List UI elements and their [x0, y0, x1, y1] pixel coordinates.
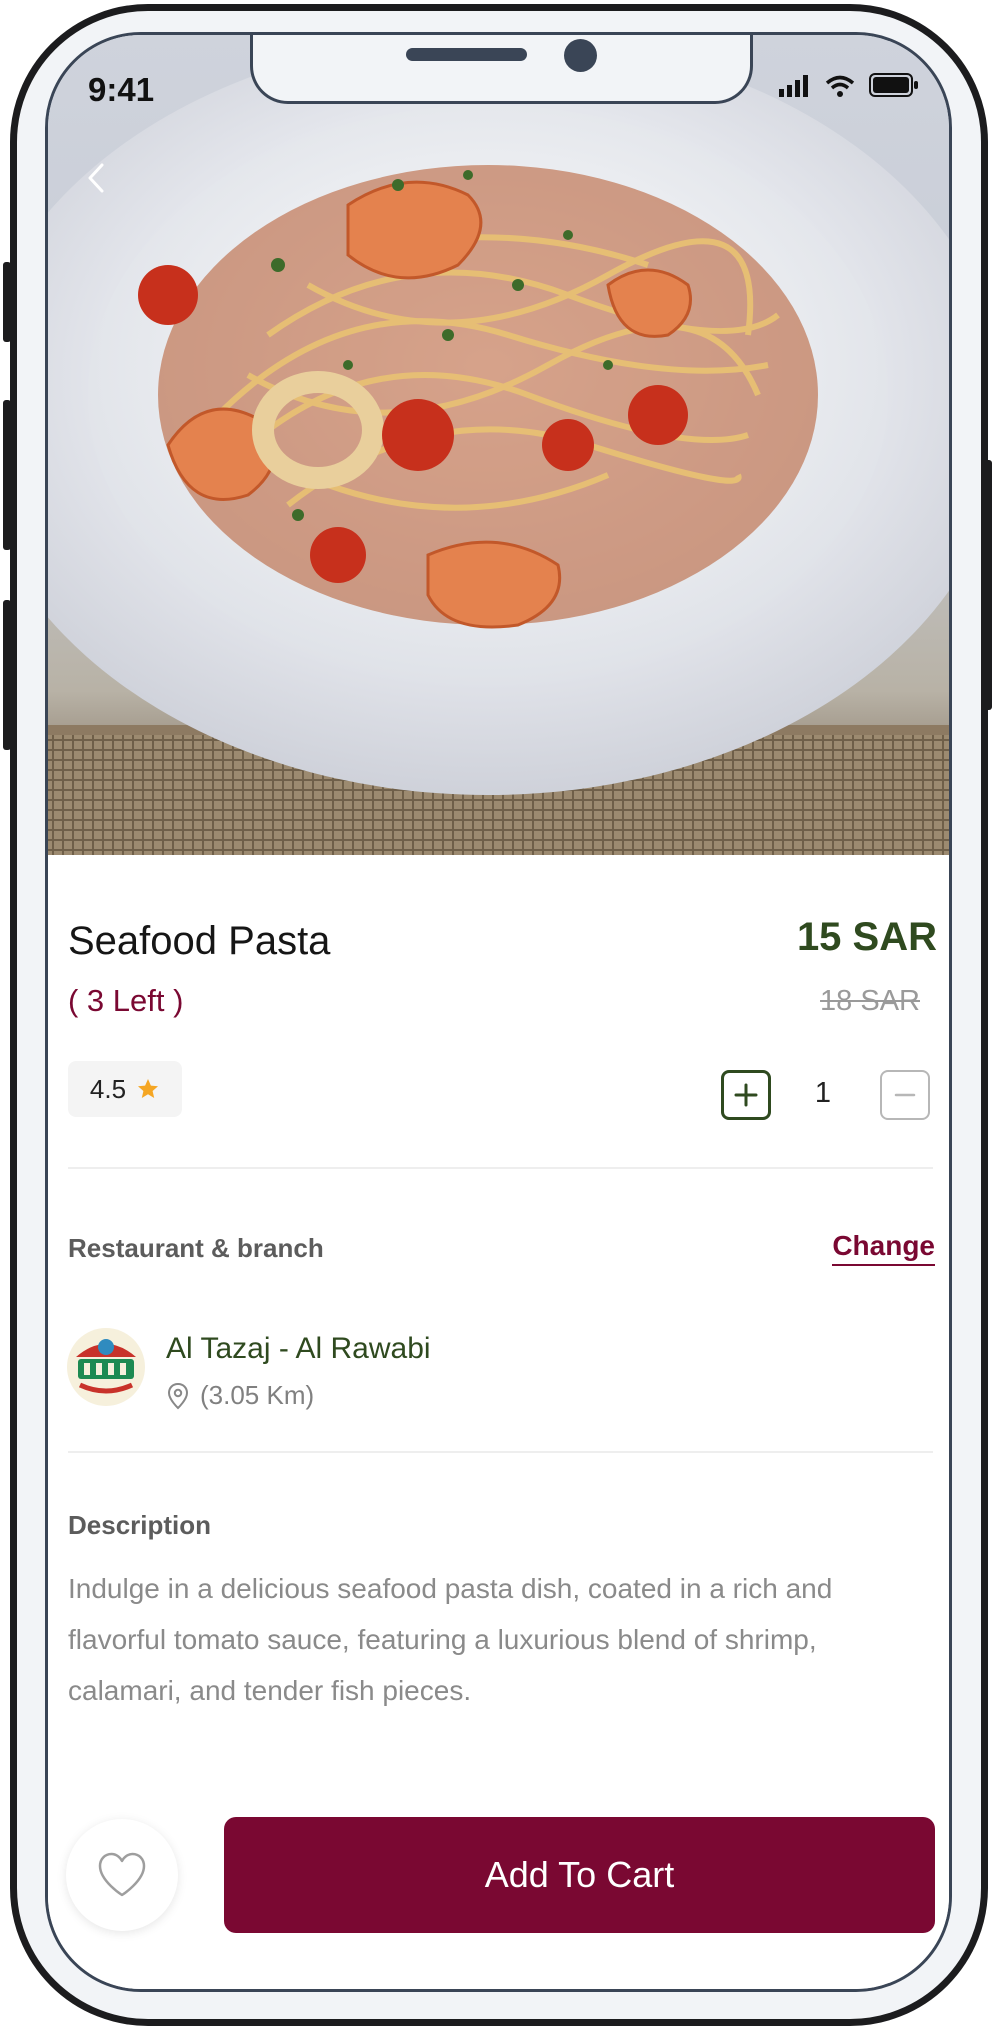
status-icons	[779, 73, 919, 97]
back-button[interactable]	[76, 153, 116, 203]
phone-notch	[250, 35, 753, 104]
add-to-cart-button[interactable]: Add To Cart	[224, 1817, 935, 1933]
divider	[68, 1167, 933, 1169]
product-price: 15 SAR	[796, 915, 937, 959]
phone-screen: 9:41 Seafood Pasta ( 3 Left ) 15 SAR 18 …	[45, 32, 952, 1992]
quantity-value: 1	[814, 1077, 832, 1109]
chevron-left-icon	[88, 163, 104, 193]
product-hero-image	[48, 35, 949, 855]
heart-icon	[98, 1852, 146, 1897]
battery-icon	[869, 73, 918, 97]
restaurant-logo-image	[67, 1328, 145, 1406]
change-restaurant-link[interactable]: Change	[832, 1230, 935, 1266]
description-label: Description	[68, 1510, 212, 1540]
distance-value: (3.05 Km)	[200, 1380, 315, 1410]
star-icon	[138, 1079, 159, 1098]
restaurant-name: Al Tazaj - Al Rawabi	[166, 1332, 431, 1365]
product-old-price: 18 SAR	[820, 985, 920, 1017]
plus-icon	[734, 1083, 758, 1107]
minus-icon	[894, 1093, 916, 1097]
restaurant-logo	[66, 1327, 146, 1407]
wifi-icon	[825, 75, 855, 97]
cellular-signal-icon	[779, 75, 808, 97]
front-camera	[564, 39, 597, 72]
stock-left-label: ( 3 Left )	[68, 983, 184, 1018]
increase-quantity-button[interactable]	[721, 1070, 771, 1120]
decrease-quantity-button[interactable]	[880, 1070, 930, 1120]
location-pin-icon	[167, 1382, 189, 1409]
pasta-plate-illustration	[48, 35, 949, 855]
speaker-grille	[406, 48, 527, 61]
restaurant-section-label: Restaurant & branch	[68, 1233, 324, 1263]
restaurant-distance: (3.05 Km)	[166, 1380, 314, 1411]
product-name: Seafood Pasta	[68, 919, 331, 963]
description-text: Indulge in a delicious seafood pasta dis…	[68, 1573, 833, 1706]
divider	[68, 1451, 933, 1453]
favorite-button[interactable]	[66, 1819, 178, 1931]
status-time: 9:41	[88, 71, 155, 108]
rating-value: 4.5	[89, 1073, 127, 1104]
rating-chip: 4.5	[68, 1061, 182, 1117]
product-details: Seafood Pasta ( 3 Left ) 15 SAR 18 SAR 4…	[48, 855, 949, 1989]
